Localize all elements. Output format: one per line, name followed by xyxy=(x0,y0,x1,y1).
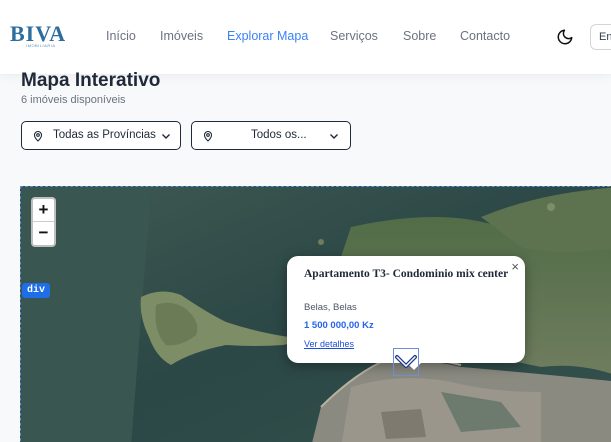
nav-item-imoveis[interactable]: Imóveis xyxy=(160,29,203,43)
chevron-down-icon xyxy=(395,355,417,368)
chevron-down-icon xyxy=(330,134,338,139)
zoom-out-button[interactable]: − xyxy=(33,222,54,245)
theme-toggle-button[interactable] xyxy=(556,28,574,46)
zoom-control: + − xyxy=(31,197,56,247)
province-select[interactable]: Todas as Províncias xyxy=(21,121,181,150)
logo[interactable]: BIVA IMOBILIARIA xyxy=(10,22,65,49)
chevron-down-icon xyxy=(162,134,170,139)
nav-item-explorar-mapa[interactable]: Explorar Mapa xyxy=(227,29,308,43)
zoom-in-button[interactable]: + xyxy=(33,199,54,222)
popup-location: Belas, Belas xyxy=(304,302,357,313)
property-popup: × Apartamento T3- Condominio mix center … xyxy=(287,256,525,370)
logo-subtext: IMOBILIARIA xyxy=(26,43,56,48)
nav-item-contacto[interactable]: Contacto xyxy=(460,29,510,43)
nav-item-servicos[interactable]: Serviços xyxy=(330,29,378,43)
municipality-select-value: Todos os... xyxy=(251,129,307,141)
language-button[interactable]: En xyxy=(590,24,611,50)
page-subtitle: 6 imóveis disponíveis xyxy=(21,94,126,106)
debug-element-tag: div xyxy=(22,283,51,298)
map-pin-icon xyxy=(203,130,213,142)
popup-property-title: Apartamento T3- Condominio mix center xyxy=(304,268,509,280)
popup-price: 1 500 000,00 Kz xyxy=(304,320,374,331)
nav-item-sobre[interactable]: Sobre xyxy=(403,29,436,43)
nav-item-inicio[interactable]: Início xyxy=(106,29,136,43)
municipality-select[interactable]: Todos os... xyxy=(191,121,351,150)
moon-icon xyxy=(557,29,573,45)
map-pin-icon xyxy=(33,130,43,142)
page-title: Mapa Interativo xyxy=(21,70,161,91)
view-details-link[interactable]: Ver detalhes xyxy=(304,339,354,349)
top-navbar: BIVA IMOBILIARIA Início Imóveis Explorar… xyxy=(0,0,611,75)
property-marker[interactable] xyxy=(393,348,419,376)
province-select-value: Todas as Províncias xyxy=(53,129,156,141)
close-icon[interactable]: × xyxy=(511,259,519,274)
